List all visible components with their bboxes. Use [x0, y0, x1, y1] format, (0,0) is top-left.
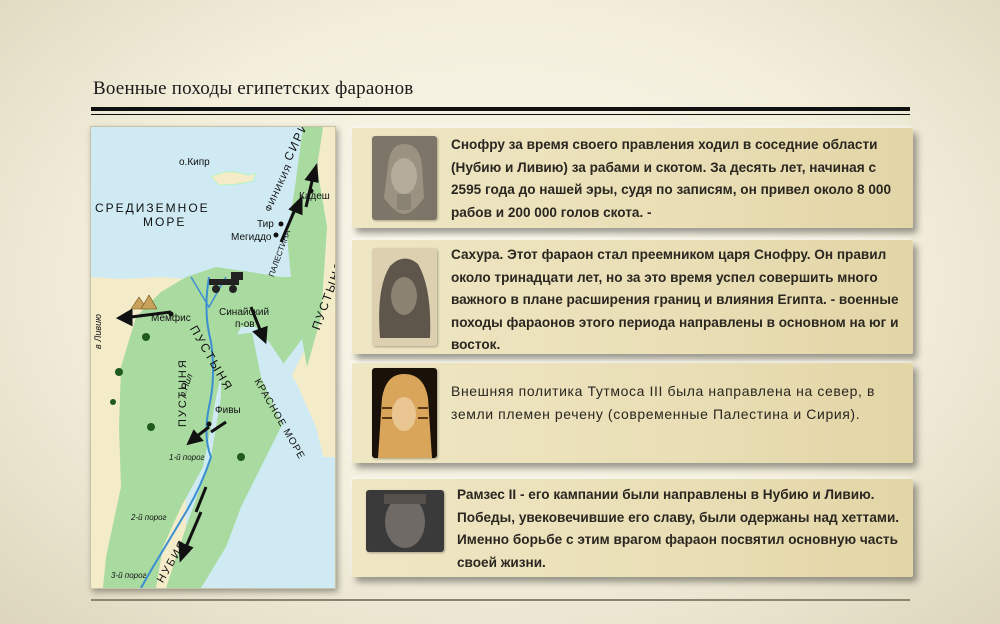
- map-label-sea-line1: СРЕДИЗЕМНОЕ: [95, 201, 210, 215]
- bottom-rule: [91, 599, 910, 601]
- map-label-memphis: Мемфис: [151, 313, 191, 324]
- map-label-megiddo: Мегиддо: [231, 232, 272, 243]
- map-label-to-libya: в Ливию: [93, 314, 103, 349]
- snofru-portrait: [372, 136, 437, 220]
- map-label-sinai-line1: Синайский: [219, 307, 270, 318]
- pharaoh-card-ramses: Рамзес II - его кампании были направлены…: [352, 479, 913, 577]
- ramses-text: Рамзес II - его кампании были направлены…: [457, 487, 900, 570]
- ramses-portrait: [366, 490, 444, 552]
- snofru-text: Снофру за время своего правления ходил в…: [451, 137, 892, 220]
- map-label-desert-west: ПУСТЫНЯ: [177, 358, 189, 427]
- title-rule-thick: [91, 107, 910, 111]
- map-label-tyre: Тир: [257, 219, 274, 230]
- title-rule-thin: [91, 114, 910, 115]
- sahure-text: Сахура. Этот фараон стал преемником царя…: [451, 247, 899, 352]
- map-label-cyprus: о.Кипр: [179, 157, 210, 168]
- map-label-sinai-line2: п-ов: [235, 319, 255, 330]
- map-label-kadesh: Кадеш: [299, 191, 330, 202]
- egypt-campaign-map: о.Кипр СРЕДИЗЕМНОЕ МОРЕ Кадеш СИРИЯ ФИНИ…: [90, 126, 336, 589]
- thutmose-text: Внешняя политика Тутмоса III была направ…: [451, 383, 876, 422]
- pharaoh-card-sahure: Сахура. Этот фараон стал преемником царя…: [352, 240, 913, 354]
- thutmose-portrait: [372, 368, 437, 458]
- map-label-cataract-3: 3-й порог: [111, 571, 147, 580]
- map-label-thebes: Фивы: [215, 405, 241, 416]
- sahure-portrait: [372, 248, 437, 346]
- map-label-cataract-2: 2-й порог: [131, 513, 167, 522]
- pharaoh-card-snofru: Снофру за время своего правления ходил в…: [352, 128, 913, 228]
- map-label-cataract-1: 1-й порог: [169, 453, 205, 462]
- pharaoh-card-thutmose: Внешняя политика Тутмоса III была направ…: [352, 363, 913, 463]
- map-label-sea-line2: МОРЕ: [143, 215, 187, 229]
- slide-title: Военные походы египетских фараонов: [93, 78, 414, 99]
